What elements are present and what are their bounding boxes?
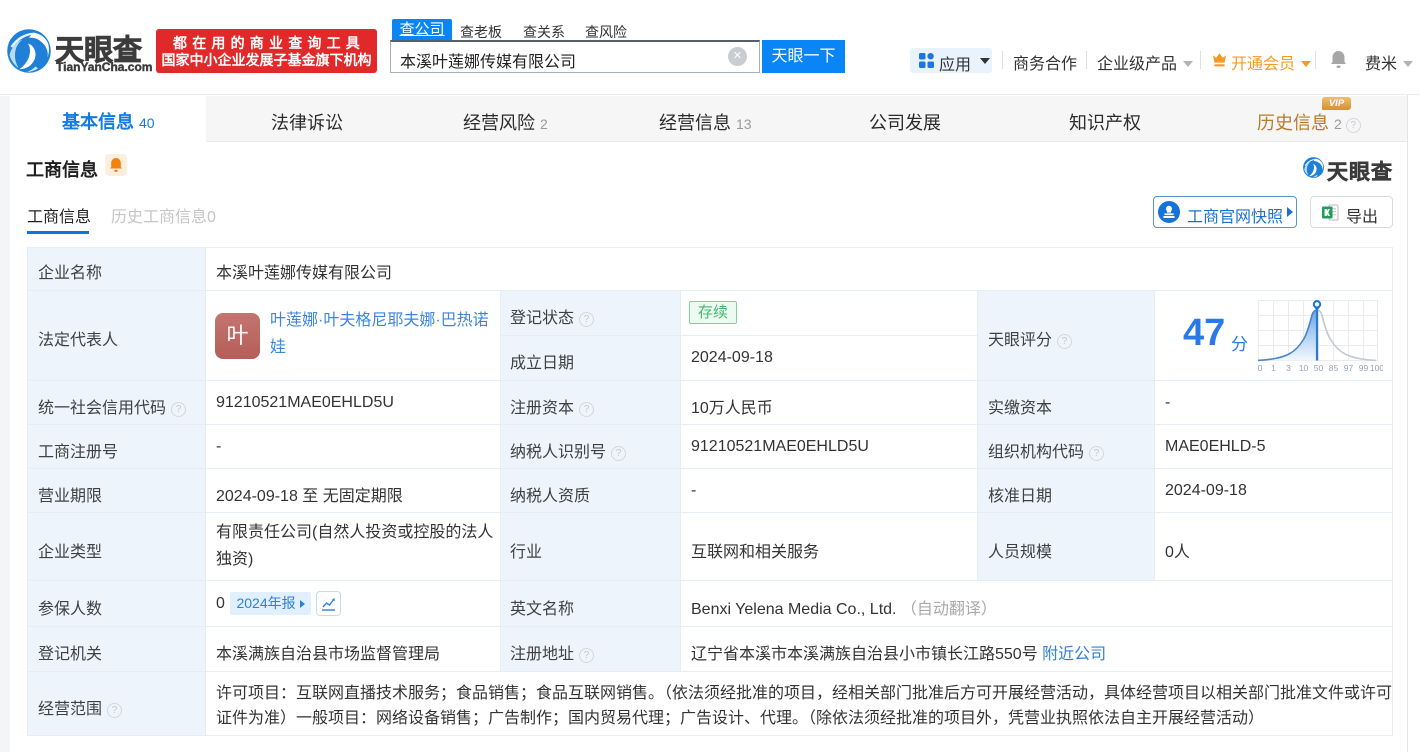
svg-text:1: 1 [1271, 363, 1276, 373]
svg-text:100: 100 [1370, 363, 1383, 373]
svg-text:97: 97 [1344, 363, 1354, 373]
svg-text:99: 99 [1359, 363, 1369, 373]
svg-text:50: 50 [1314, 363, 1324, 373]
svg-text:10: 10 [1299, 363, 1309, 373]
svg-text:3: 3 [1286, 363, 1291, 373]
svg-text:0: 0 [1258, 363, 1263, 373]
svg-text:85: 85 [1329, 363, 1339, 373]
